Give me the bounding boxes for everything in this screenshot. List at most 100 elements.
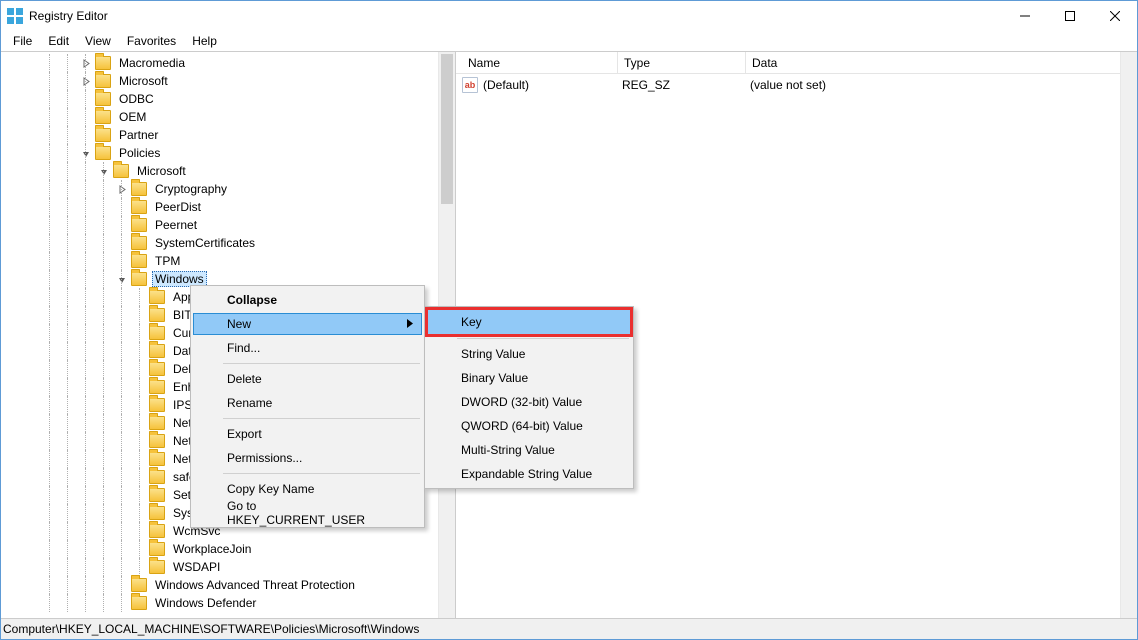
value-row[interactable]: ab (Default) REG_SZ (value not set) — [456, 74, 1137, 96]
chevron-down-icon[interactable] — [81, 148, 91, 158]
close-button[interactable] — [1092, 1, 1137, 31]
scrollbar-thumb[interactable] — [441, 54, 453, 204]
folder-icon — [131, 272, 147, 286]
tree-item[interactable]: Microsoft — [1, 162, 455, 180]
tree-item-label: Policies — [116, 145, 163, 161]
new-submenu[interactable]: Key String Value Binary Value DWORD (32-bit… — [424, 306, 634, 489]
tree-item[interactable]: WorkplaceJoin — [1, 540, 455, 558]
ctx-item-label: Permissions... — [227, 451, 302, 465]
submenu-item[interactable]: Expandable String Value — [427, 462, 631, 486]
folder-icon — [95, 110, 111, 124]
tree-item[interactable]: SystemCertificates — [1, 234, 455, 252]
folder-icon — [131, 182, 147, 196]
registry-editor-window: Registry Editor File Edit View Favorites… — [0, 0, 1138, 640]
ctx-item[interactable]: Find... — [193, 336, 422, 360]
values-scrollbar[interactable] — [1120, 52, 1137, 618]
folder-icon — [131, 218, 147, 232]
value-data: (value not set) — [744, 78, 1131, 92]
folder-icon — [149, 506, 165, 520]
folder-icon — [149, 488, 165, 502]
minimize-button[interactable] — [1002, 1, 1047, 31]
tree-item[interactable]: Windows Advanced Threat Protection — [1, 576, 455, 594]
tree-item[interactable]: Macromedia — [1, 54, 455, 72]
maximize-button[interactable] — [1047, 1, 1092, 31]
submenu-item[interactable]: QWORD (64-bit) Value — [427, 414, 631, 438]
tree-item-label: TPM — [152, 253, 183, 269]
tree-spacer — [135, 490, 145, 500]
menu-view[interactable]: View — [77, 32, 119, 50]
submenu-item[interactable]: Binary Value — [427, 366, 631, 390]
tree-spacer — [135, 526, 145, 536]
tree-item-label: Partner — [116, 127, 161, 143]
tree-item[interactable]: OEM — [1, 108, 455, 126]
ctx-item[interactable]: Rename — [193, 391, 422, 415]
window-controls — [1002, 1, 1137, 31]
ctx-item[interactable]: New — [193, 313, 422, 335]
tree-item-label: OEM — [116, 109, 149, 125]
folder-icon — [95, 92, 111, 106]
folder-icon — [149, 362, 165, 376]
menu-help[interactable]: Help — [184, 32, 225, 50]
chevron-down-icon[interactable] — [99, 166, 109, 176]
tree-item[interactable]: Windows Defender — [1, 594, 455, 612]
menu-file[interactable]: File — [5, 32, 40, 50]
status-path: Computer\HKEY_LOCAL_MACHINE\SOFTWARE\Pol… — [3, 622, 419, 636]
submenu-item-label: String Value — [461, 347, 525, 361]
ctx-item[interactable]: Export — [193, 422, 422, 446]
tree-spacer — [117, 220, 127, 230]
ctx-item-label: Export — [227, 427, 262, 441]
tree-item-label: Microsoft — [134, 163, 189, 179]
tree-spacer — [117, 256, 127, 266]
tree-spacer — [135, 472, 145, 482]
folder-icon — [149, 470, 165, 484]
folder-icon — [149, 560, 165, 574]
ctx-item[interactable]: Delete — [193, 367, 422, 391]
ctx-item[interactable]: Collapse — [193, 288, 422, 312]
ctx-item[interactable]: Go to HKEY_CURRENT_USER — [193, 501, 422, 525]
submenu-item[interactable]: DWORD (32-bit) Value — [427, 390, 631, 414]
folder-icon — [95, 146, 111, 160]
tree-item[interactable]: WSDAPI — [1, 558, 455, 576]
tree-spacer — [117, 598, 127, 608]
folder-icon — [131, 254, 147, 268]
submenu-item-label: Binary Value — [461, 371, 528, 385]
tree-item-label: SystemCertificates — [152, 235, 258, 251]
menu-favorites[interactable]: Favorites — [119, 32, 184, 50]
chevron-down-icon[interactable] — [117, 274, 127, 284]
tree-spacer — [135, 346, 145, 356]
folder-icon — [149, 434, 165, 448]
tree-item[interactable]: Microsoft — [1, 72, 455, 90]
tree-item[interactable]: ODBC — [1, 90, 455, 108]
tree-spacer — [135, 544, 145, 554]
chevron-right-icon[interactable] — [81, 58, 91, 68]
tree-item[interactable]: Peernet — [1, 216, 455, 234]
chevron-right-icon — [407, 317, 413, 331]
context-menu[interactable]: CollapseNewFind... Delete Rename Export Perm… — [190, 285, 425, 528]
folder-icon — [149, 542, 165, 556]
chevron-right-icon[interactable] — [81, 76, 91, 86]
tree-item[interactable]: PeerDist — [1, 198, 455, 216]
tree-item-label: WorkplaceJoin — [170, 541, 254, 557]
col-data[interactable]: Data — [746, 52, 1137, 73]
chevron-right-icon[interactable] — [117, 184, 127, 194]
tree-item-label: PeerDist — [152, 199, 204, 215]
submenu-item[interactable]: Multi-String Value — [427, 438, 631, 462]
submenu-item[interactable]: Key — [427, 309, 631, 335]
menu-edit[interactable]: Edit — [40, 32, 77, 50]
submenu-item[interactable]: String Value — [427, 342, 631, 366]
tree-item[interactable]: Cryptography — [1, 180, 455, 198]
statusbar: Computer\HKEY_LOCAL_MACHINE\SOFTWARE\Pol… — [1, 619, 1137, 639]
submenu-item-label: QWORD (64-bit) Value — [461, 419, 583, 433]
tree-item[interactable]: Policies — [1, 144, 455, 162]
col-name[interactable]: Name — [462, 52, 618, 73]
value-name: (Default) — [483, 78, 616, 92]
ctx-item[interactable]: Copy Key Name — [193, 477, 422, 501]
col-type[interactable]: Type — [618, 52, 746, 73]
ctx-item-label: Delete — [227, 372, 262, 386]
tree-spacer — [135, 508, 145, 518]
tree-item[interactable]: TPM — [1, 252, 455, 270]
folder-icon — [149, 380, 165, 394]
folder-icon — [131, 596, 147, 610]
ctx-item[interactable]: Permissions... — [193, 446, 422, 470]
tree-item[interactable]: Partner — [1, 126, 455, 144]
